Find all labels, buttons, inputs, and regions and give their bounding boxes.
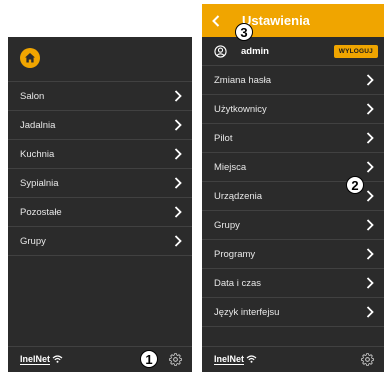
settings-item-label: Zmiana hasła [214, 74, 272, 86]
user-name: admin [241, 45, 269, 57]
room-item-label: Jadalnia [20, 119, 56, 131]
room-item-sypialnia[interactable]: Sypialnia [8, 169, 192, 198]
settings-item-label: Programy [214, 248, 256, 260]
gear-icon[interactable] [169, 353, 182, 366]
room-item-label: Kuchnia [20, 148, 55, 160]
rooms-panel: Salon Jadalnia Kuchnia Sypialnia Pozosta… [8, 37, 192, 372]
chevron-right-icon [174, 90, 182, 102]
callout-badge-3: 3 [235, 23, 253, 41]
room-item-kuchnia[interactable]: Kuchnia [8, 140, 192, 169]
home-icon[interactable] [20, 48, 40, 68]
inelnet-logo: InelNet [20, 354, 63, 365]
right-footer: InelNet [202, 346, 384, 372]
settings-item-zmiana-hasla[interactable]: Zmiana hasła [202, 66, 384, 95]
settings-item-pilot[interactable]: Pilot [202, 124, 384, 153]
chevron-right-icon [366, 74, 374, 86]
settings-item-programy[interactable]: Programy [202, 240, 384, 269]
settings-item-label: Data i czas [214, 277, 261, 289]
chevron-right-icon [366, 161, 374, 173]
room-item-label: Salon [20, 90, 45, 102]
chevron-right-icon [366, 132, 374, 144]
callout-badge-2: 2 [346, 176, 364, 194]
chevron-right-icon [366, 219, 374, 231]
user-icon [214, 44, 227, 58]
chevron-left-icon[interactable] [212, 14, 220, 27]
chevron-right-icon [366, 103, 374, 115]
chevron-right-icon [366, 306, 374, 318]
chevron-right-icon [174, 235, 182, 247]
settings-item-jezyk-interfejsu[interactable]: Język interfejsu [202, 298, 384, 327]
settings-item-label: Pilot [214, 132, 233, 144]
logout-button[interactable]: WYLOGUJ [333, 44, 378, 58]
settings-header: Ustawienia [202, 4, 384, 37]
chevron-right-icon [366, 248, 374, 260]
chevron-right-icon [174, 177, 182, 189]
chevron-right-icon [174, 119, 182, 131]
room-item-salon[interactable]: Salon [8, 82, 192, 111]
wifi-icon [246, 354, 257, 365]
settings-item-label: Grupy [214, 219, 240, 231]
room-item-grupy[interactable]: Grupy [8, 227, 192, 256]
room-item-label: Pozostałe [20, 206, 62, 218]
settings-item-label: Miejsca [214, 161, 247, 173]
settings-item-label: Język interfejsu [214, 306, 280, 318]
chevron-right-icon [174, 148, 182, 160]
chevron-right-icon [366, 277, 374, 289]
room-item-jadalnia[interactable]: Jadalnia [8, 111, 192, 140]
callout-badge-1: 1 [140, 350, 158, 368]
settings-item-data-i-czas[interactable]: Data i czas [202, 269, 384, 298]
left-footer: InelNet [8, 346, 192, 372]
settings-item-label: Użytkownicy [214, 103, 267, 115]
settings-item-grupy[interactable]: Grupy [202, 211, 384, 240]
chevron-right-icon [174, 206, 182, 218]
gear-icon[interactable] [361, 353, 374, 366]
home-bar [8, 37, 192, 82]
settings-item-label: Urządzenia [214, 190, 263, 202]
settings-item-uzytkownicy[interactable]: Użytkownicy [202, 95, 384, 124]
user-row: admin WYLOGUJ [202, 37, 384, 66]
page-title: Ustawienia [242, 13, 310, 28]
room-item-label: Grupy [20, 235, 46, 247]
room-item-pozostale[interactable]: Pozostałe [8, 198, 192, 227]
inelnet-logo: InelNet [214, 354, 257, 365]
chevron-right-icon [366, 190, 374, 202]
room-item-label: Sypialnia [20, 177, 59, 189]
wifi-icon [52, 354, 63, 365]
